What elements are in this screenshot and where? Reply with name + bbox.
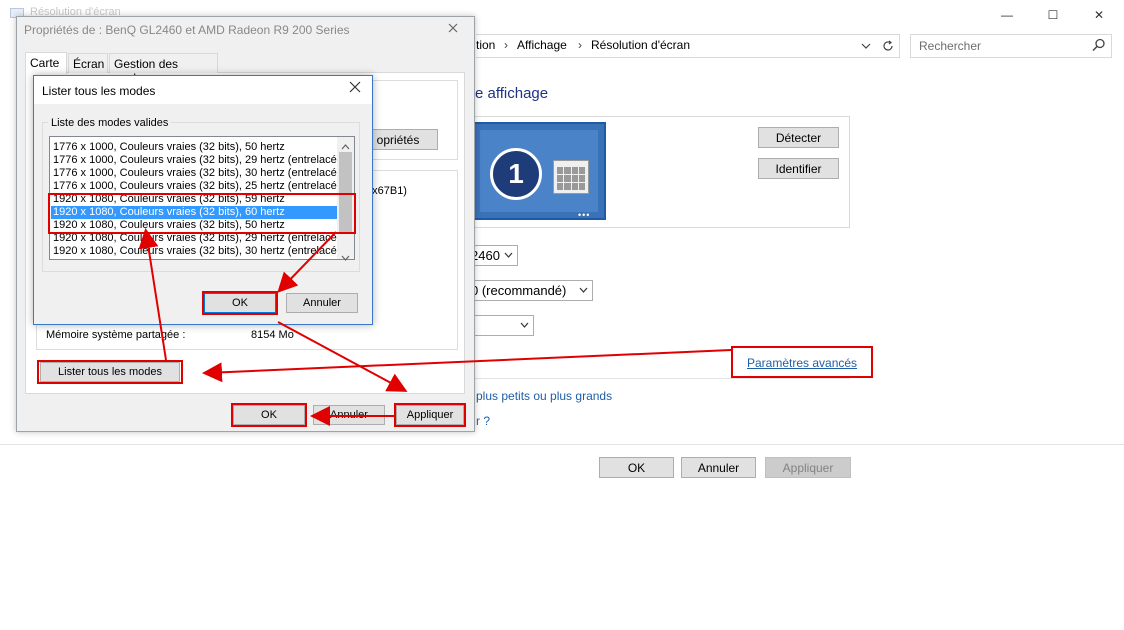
breadcrumb-item[interactable]: Affichage (517, 38, 567, 52)
display-select-value: 2460 (471, 248, 500, 263)
chevron-down-icon (579, 284, 588, 296)
page-title: re affichage (470, 85, 549, 102)
close-window-button[interactable]: ✕ (1076, 4, 1122, 26)
close-icon[interactable] (448, 20, 458, 36)
modes-cancel-button[interactable]: Annuler (286, 293, 358, 313)
list-modes-title: Lister tous les modes (42, 84, 156, 98)
detect-button[interactable]: Détecter (758, 127, 839, 148)
resolution-select-value: 0 (recommandé) (471, 283, 567, 298)
monitor-dots: ••• (578, 210, 591, 220)
highlight-modes-ok (202, 291, 278, 315)
maximize-button[interactable]: ☐ (1030, 4, 1076, 26)
highlight-1920-modes (48, 193, 356, 234)
list-item[interactable]: 1776 x 1000, Couleurs vraies (32 bits), … (53, 167, 337, 180)
properties-dialog-title: Propriétés de : BenQ GL2460 et AMD Radeo… (24, 23, 350, 37)
shared-memory-label: Mémoire système partagée : (46, 329, 186, 341)
chevron-down-icon (504, 249, 513, 261)
search-icon[interactable] (1092, 38, 1106, 52)
divider (466, 378, 850, 379)
breadcrumb-separator: › (578, 38, 582, 52)
scroll-up-icon[interactable] (341, 139, 350, 153)
shared-memory-value: 8154 Mo (251, 329, 294, 341)
monitor-number-badge: 1 (490, 148, 542, 200)
highlight-list-all-modes (37, 360, 183, 384)
tab-carte[interactable]: Carte (25, 52, 67, 74)
apply-button[interactable]: Appliquer (765, 457, 851, 478)
ok-button[interactable]: OK (599, 457, 674, 478)
text-size-link[interactable]: plus petits ou plus grands (476, 389, 612, 403)
close-icon[interactable] (349, 80, 361, 98)
help-link[interactable]: r ? (476, 414, 490, 428)
identify-button[interactable]: Identifier (758, 158, 839, 179)
scroll-down-icon[interactable] (341, 250, 350, 264)
minimize-button[interactable]: — (984, 4, 1030, 26)
tab-color-management[interactable]: Gestion des couleurs (109, 53, 218, 85)
valid-modes-label: Liste des modes valides (48, 117, 172, 129)
cancel-button[interactable]: Annuler (681, 457, 756, 478)
orientation-select[interactable] (466, 315, 534, 336)
tab-ecran[interactable]: Écran (68, 53, 108, 73)
chevron-down-icon (520, 319, 529, 331)
props-cancel-button[interactable]: Annuler (313, 405, 385, 425)
breadcrumb-separator: › (504, 38, 508, 52)
search-input[interactable]: Rechercher (910, 34, 1112, 58)
breadcrumb-item[interactable]: tion (476, 38, 495, 52)
list-item[interactable]: 1776 x 1000, Couleurs vraies (32 bits), … (53, 154, 337, 167)
highlight-props-apply (394, 403, 466, 427)
divider (0, 444, 1124, 445)
list-item[interactable]: 1776 x 1000, Couleurs vraies (32 bits), … (53, 180, 337, 193)
refresh-icon[interactable] (878, 36, 898, 56)
highlight-props-ok (231, 403, 307, 427)
list-item[interactable]: 1776 x 1000, Couleurs vraies (32 bits), … (53, 141, 337, 154)
resolution-select[interactable]: 0 (recommandé) (466, 280, 593, 301)
breadcrumb-item[interactable]: Résolution d'écran (591, 38, 690, 52)
chevron-down-icon[interactable] (856, 36, 876, 56)
display-settings-icon (553, 160, 589, 194)
highlight-advanced-settings (731, 346, 873, 378)
list-item[interactable]: 1920 x 1080, Couleurs vraies (32 bits), … (53, 245, 337, 258)
